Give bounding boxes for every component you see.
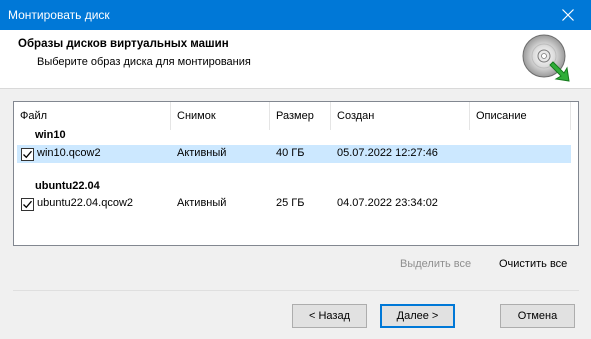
close-icon: [562, 9, 574, 21]
wizard-header: Образы дисков виртуальных машин Выберите…: [0, 30, 591, 89]
cell-file: ubuntu22.04.qcow2: [37, 197, 134, 209]
checkmark-icon: [23, 200, 32, 209]
cell-file: win10.qcow2: [37, 147, 101, 159]
back-button[interactable]: < Назад: [292, 304, 367, 328]
select-all-button[interactable]: Выделить все: [400, 258, 471, 270]
cell-size: 40 ГБ: [276, 147, 305, 159]
header-subtitle: Выберите образ диска для монтирования: [37, 56, 251, 68]
column-header-file[interactable]: Файл: [14, 102, 171, 130]
group-label: win10: [35, 129, 66, 141]
list-row[interactable]: ubuntu22.04.qcow2 Активный 25 ГБ 04.07.2…: [17, 195, 571, 213]
group-label: ubuntu22.04: [35, 180, 100, 192]
row-checkbox[interactable]: [21, 198, 34, 211]
cell-snapshot: Активный: [177, 197, 227, 209]
next-button[interactable]: Далее >: [380, 304, 455, 328]
row-checkbox[interactable]: [21, 148, 34, 161]
close-button[interactable]: [545, 0, 591, 30]
divider: [13, 290, 579, 291]
disc-mount-icon: [522, 34, 570, 82]
column-header-created[interactable]: Создан: [331, 102, 470, 130]
column-header-snapshot[interactable]: Снимок: [171, 102, 270, 130]
disk-image-list[interactable]: Файл Снимок Размер Создан Описание win10…: [13, 101, 579, 246]
list-row[interactable]: win10.qcow2 Активный 40 ГБ 05.07.2022 12…: [17, 145, 571, 163]
window-title: Монтировать диск: [8, 8, 110, 22]
clear-all-button[interactable]: Очистить все: [499, 258, 567, 270]
header-title: Образы дисков виртуальных машин: [18, 38, 229, 50]
cell-created: 05.07.2022 12:27:46: [337, 147, 438, 159]
title-bar: Монтировать диск: [0, 0, 591, 30]
column-header-size[interactable]: Размер: [270, 102, 331, 130]
checkmark-icon: [23, 150, 32, 159]
cell-size: 25 ГБ: [276, 197, 305, 209]
cell-snapshot: Активный: [177, 147, 227, 159]
cancel-button[interactable]: Отмена: [500, 304, 575, 328]
column-header-description[interactable]: Описание: [470, 102, 571, 130]
cell-created: 04.07.2022 23:34:02: [337, 197, 438, 209]
